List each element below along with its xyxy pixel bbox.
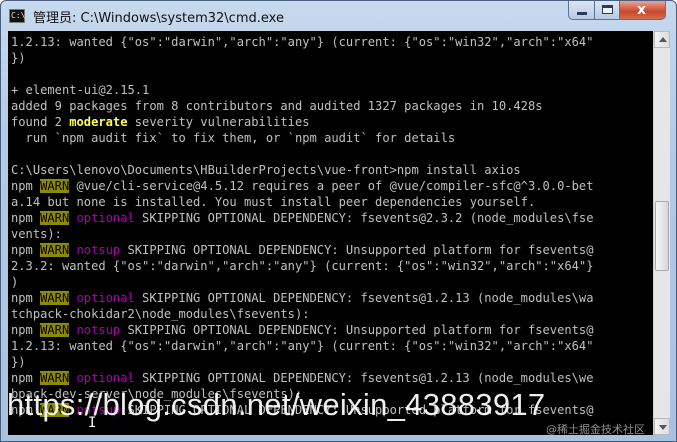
console-text: SKIPPING OPTIONAL DEPENDENCY: fsevents@1… (134, 291, 594, 305)
warn-tag: WARN (40, 243, 70, 257)
console-text: npm (11, 371, 41, 385)
text-cursor-icon: I (88, 415, 97, 431)
warn-tag: WARN (40, 179, 70, 193)
console-text: npm (11, 291, 41, 305)
console-line: npm WARN optional SKIPPING OPTIONAL DEPE… (11, 210, 594, 226)
arrow-down-icon (659, 425, 667, 430)
minimize-button[interactable] (568, 1, 595, 20)
console-line: npm WARN notsup SKIPPING OPTIONAL DEPEND… (11, 322, 594, 338)
console-line: 1.2.13: wanted {"os":"darwin","arch":"an… (11, 34, 594, 50)
minimize-icon (577, 12, 587, 15)
console-text: }) (11, 51, 26, 65)
console-text: 2.3.2: wanted {"os":"darwin","arch":"any… (11, 259, 594, 273)
warn-tag: WARN (40, 371, 70, 385)
window-title: 管理员: C:\Windows\system32\cmd.exe (33, 11, 284, 26)
warn-tag: WARN (40, 291, 70, 305)
console-line: npm WARN optional SKIPPING OPTIONAL DEPE… (11, 290, 594, 306)
console-text: @vue/cli-service@4.5.12 requires a peer … (69, 179, 594, 193)
console-text: a.14 but none is installed. You must ins… (11, 195, 536, 209)
console-text: vents): (11, 227, 62, 241)
console-text: tchpack-chokidar2\node_modules\fsevents)… (11, 307, 310, 321)
console-text: npm (11, 323, 41, 337)
console-line: 1.2.13: wanted {"os":"darwin","arch":"an… (11, 338, 594, 354)
console-line: C:\Users\lenovo\Documents\HBuilderProjec… (11, 162, 594, 178)
console-line: npm WARN optional SKIPPING OPTIONAL DEPE… (11, 370, 594, 386)
console-line: npm WARN @vue/cli-service@4.5.12 require… (11, 178, 594, 194)
notsup-tag: notsup (76, 323, 121, 337)
close-button[interactable]: x (619, 1, 666, 20)
console-line: + element-ui@2.15.1 (11, 82, 594, 98)
corner-watermark: @稀土掘金技术社区 (546, 423, 645, 436)
console-text: + element-ui@2.15.1 (11, 83, 150, 97)
optional-tag: optional (76, 371, 135, 385)
arrow-up-icon (659, 37, 667, 42)
console-text: SKIPPING OPTIONAL DEPENDENCY: Unsupporte… (120, 243, 594, 257)
cmd-icon[interactable]: C:\ (9, 9, 25, 23)
console-text: npm (11, 211, 41, 225)
console-text: C:\Users\lenovo\Documents\HBuilderProjec… (11, 163, 521, 177)
console-text: SKIPPING OPTIONAL DEPENDENCY: fsevents@1… (134, 371, 594, 385)
cmd-window: C:\ 管理员: C:\Windows\system32\cmd.exe x 1… (0, 0, 677, 442)
console-line: found 2 moderate severity vulnerabilitie… (11, 114, 594, 130)
warn-tag: WARN (40, 211, 70, 225)
console-text: 1.2.13: wanted {"os":"darwin","arch":"an… (11, 35, 594, 49)
console-line: }) (11, 354, 594, 370)
console-text: found 2 (11, 115, 70, 129)
notsup-tag: notsup (76, 243, 121, 257)
severity-moderate: moderate (69, 115, 128, 129)
console-line: vents): (11, 226, 594, 242)
scroll-down-button[interactable] (654, 418, 670, 435)
console-line: npm WARN notsup SKIPPING OPTIONAL DEPEND… (11, 242, 594, 258)
maximize-button[interactable] (594, 1, 620, 20)
scrollbar-thumb[interactable] (655, 201, 669, 271)
console-text: run `npm audit fix` to fix them, or `npm… (11, 131, 456, 145)
console-text: 1.2.13: wanted {"os":"darwin","arch":"an… (11, 339, 594, 353)
scroll-up-button[interactable] (654, 31, 670, 48)
console-text: }) (11, 355, 26, 369)
console-line: a.14 but none is installed. You must ins… (11, 194, 594, 210)
console-text: SKIPPING OPTIONAL DEPENDENCY: Unsupporte… (120, 323, 594, 337)
vertical-scrollbar[interactable] (653, 31, 670, 435)
console-line: }) (11, 50, 594, 66)
console-output[interactable]: 1.2.13: wanted {"os":"darwin","arch":"an… (8, 31, 653, 435)
console-text: npm (11, 243, 41, 257)
maximize-icon (602, 5, 613, 14)
console-line: 2.3.2: wanted {"os":"darwin","arch":"any… (11, 258, 594, 274)
console-line: ) (11, 274, 594, 290)
console-lines: 1.2.13: wanted {"os":"darwin","arch":"an… (11, 34, 594, 418)
console-text: SKIPPING OPTIONAL DEPENDENCY: fsevents@2… (134, 211, 594, 225)
close-icon: x (637, 2, 647, 18)
title-bar[interactable]: C:\ 管理员: C:\Windows\system32\cmd.exe x (1, 1, 676, 31)
optional-tag: optional (76, 291, 135, 305)
console-line: added 9 packages from 8 contributors and… (11, 98, 594, 114)
warn-tag: WARN (40, 323, 70, 337)
console-text: added 9 packages from 8 contributors and… (11, 99, 543, 113)
optional-tag: optional (76, 211, 135, 225)
console-line: tchpack-chokidar2\node_modules\fsevents)… (11, 306, 594, 322)
console-text: npm (11, 179, 41, 193)
console-line: run `npm audit fix` to fix them, or `npm… (11, 130, 594, 146)
console-text: severity vulnerabilities (127, 115, 310, 129)
console-text: ) (11, 275, 19, 289)
